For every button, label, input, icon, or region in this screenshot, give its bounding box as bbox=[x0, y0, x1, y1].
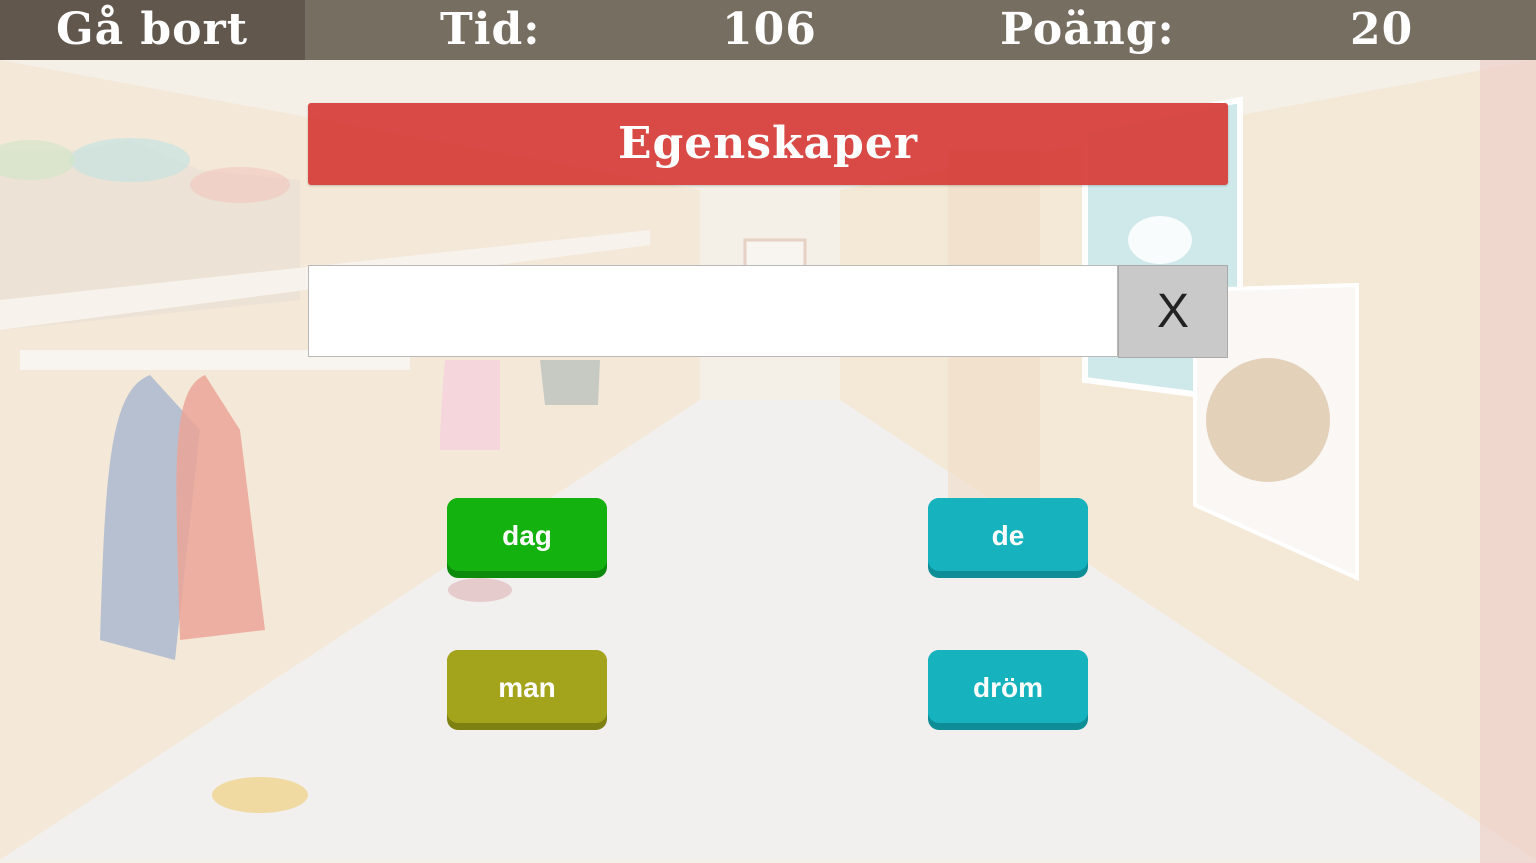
category-banner: Egenskaper bbox=[308, 103, 1228, 185]
leave-button-label[interactable]: Gå bort bbox=[56, 2, 248, 58]
top-bar: Gå bort Tid: 106 Poäng: 20 bbox=[0, 0, 1536, 60]
word-button[interactable]: de bbox=[928, 498, 1088, 578]
score-value: 20 bbox=[1350, 4, 1414, 55]
word-button-label[interactable]: dröm bbox=[928, 650, 1088, 726]
word-button-label[interactable]: man bbox=[447, 650, 607, 726]
word-button-label[interactable]: dag bbox=[447, 498, 607, 574]
word-button[interactable]: dag bbox=[447, 498, 607, 578]
game-screen: Gå bort Tid: 106 Poäng: 20 Egenskaper X … bbox=[0, 0, 1536, 863]
clear-button[interactable]: X bbox=[1118, 265, 1228, 358]
word-button-label[interactable]: de bbox=[928, 498, 1088, 574]
clear-button-label[interactable]: X bbox=[1119, 266, 1227, 357]
category-title: Egenskaper bbox=[618, 118, 918, 169]
answer-input[interactable] bbox=[308, 265, 1118, 357]
word-button[interactable]: dröm bbox=[928, 650, 1088, 730]
time-value: 106 bbox=[722, 4, 817, 55]
score-label: Poäng: bbox=[1000, 4, 1175, 55]
word-button[interactable]: man bbox=[447, 650, 607, 730]
time-label: Tid: bbox=[440, 4, 541, 55]
